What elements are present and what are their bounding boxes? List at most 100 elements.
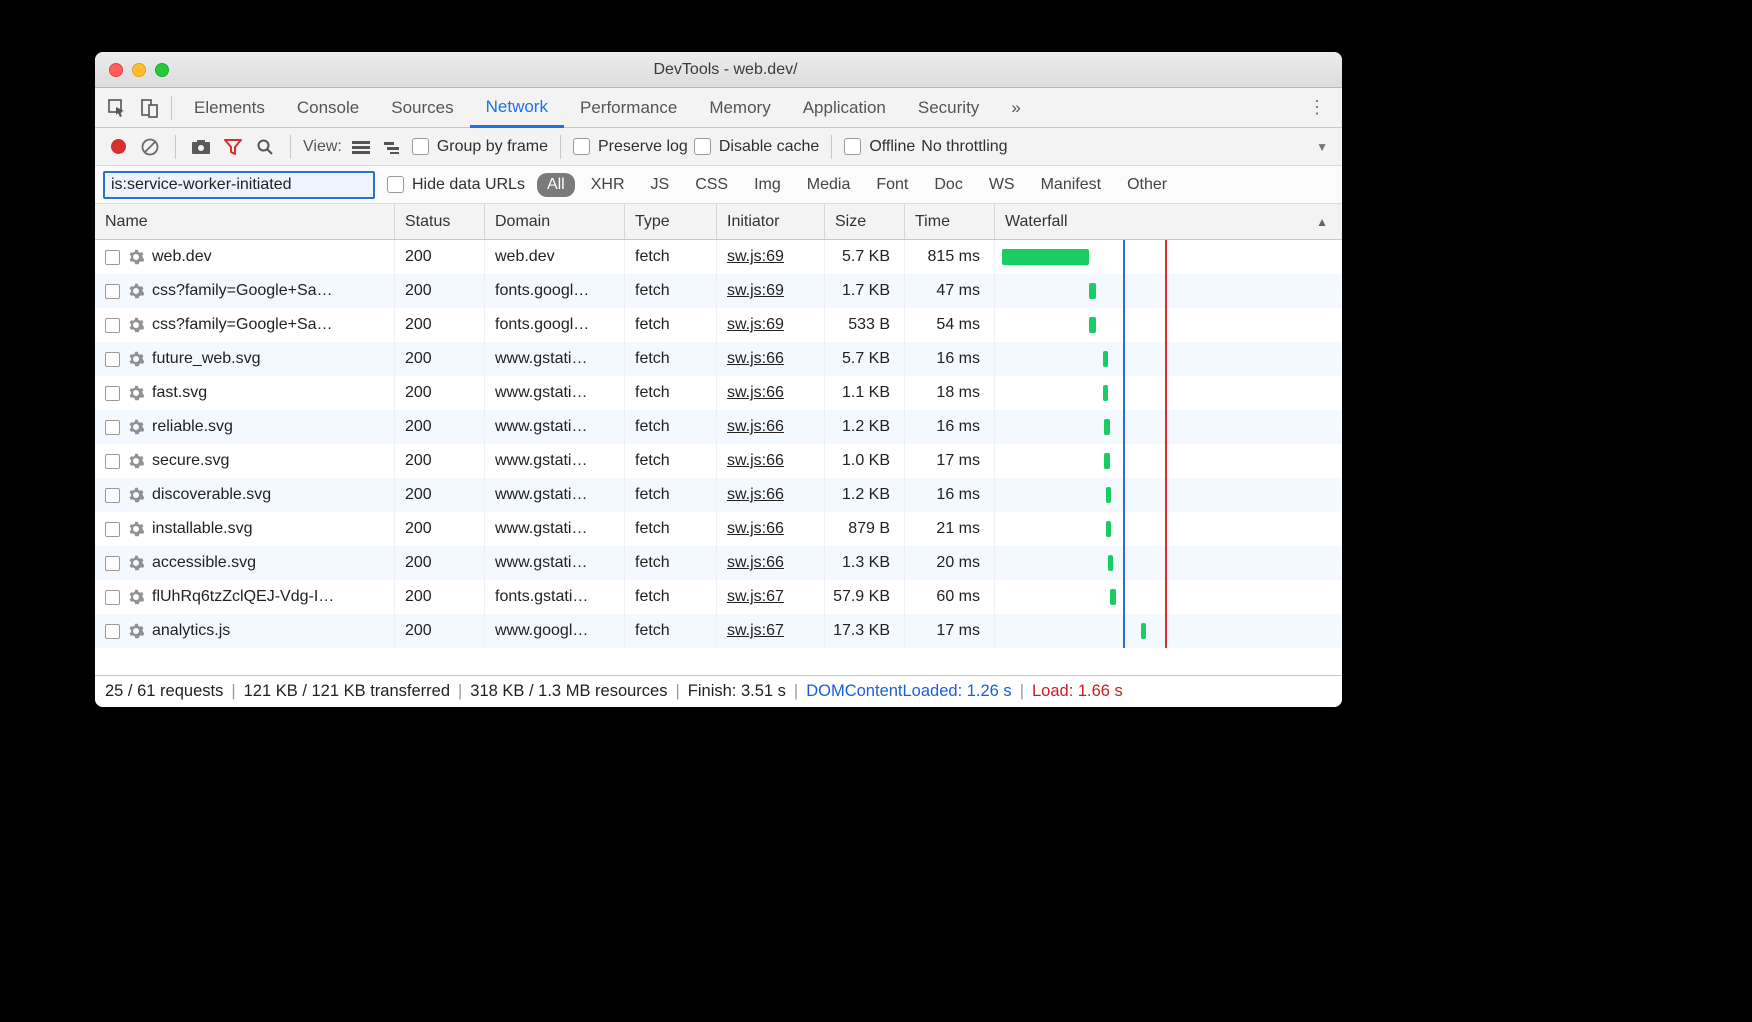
col-domain[interactable]: Domain: [485, 204, 625, 239]
cell-waterfall: [995, 342, 1342, 376]
cell-size: 1.3 KB: [825, 546, 905, 580]
table-row[interactable]: flUhRq6tzZclQEJ-Vdg-I…200fonts.gstati…fe…: [95, 580, 1342, 614]
row-checkbox[interactable]: [105, 624, 120, 639]
zoom-window-button[interactable]: [155, 63, 169, 77]
chevron-down-icon[interactable]: ▼: [1312, 140, 1332, 154]
devtools-menu-icon[interactable]: ⋮: [1298, 97, 1336, 118]
row-checkbox[interactable]: [105, 386, 120, 401]
checkbox-icon[interactable]: [844, 138, 861, 155]
table-row[interactable]: future_web.svg200www.gstati…fetchsw.js:6…: [95, 342, 1342, 376]
device-toolbar-icon[interactable]: [135, 94, 163, 122]
preserve-log-toggle[interactable]: Preserve log: [573, 138, 688, 156]
initiator-link[interactable]: sw.js:69: [727, 282, 784, 300]
initiator-link[interactable]: sw.js:66: [727, 384, 784, 402]
inspect-element-icon[interactable]: [103, 94, 131, 122]
clear-button[interactable]: [137, 134, 163, 160]
initiator-link[interactable]: sw.js:69: [727, 248, 784, 266]
window-title: DevTools - web.dev/: [169, 61, 1342, 79]
filter-input[interactable]: [103, 171, 375, 199]
filter-pill-doc[interactable]: Doc: [924, 173, 972, 197]
row-checkbox[interactable]: [105, 488, 120, 503]
col-initiator[interactable]: Initiator: [717, 204, 825, 239]
cell-time: 21 ms: [905, 512, 995, 546]
row-checkbox[interactable]: [105, 284, 120, 299]
checkbox-icon[interactable]: [412, 138, 429, 155]
filter-pill-all[interactable]: All: [537, 173, 575, 197]
cell-name: reliable.svg: [95, 410, 395, 444]
cell-status: 200: [395, 342, 485, 376]
offline-toggle[interactable]: Offline: [844, 138, 915, 156]
overview-icon[interactable]: [380, 134, 406, 160]
filter-pill-font[interactable]: Font: [866, 173, 918, 197]
table-row[interactable]: css?family=Google+Sa…200fonts.googl…fetc…: [95, 274, 1342, 308]
table-row[interactable]: reliable.svg200www.gstati…fetchsw.js:661…: [95, 410, 1342, 444]
tab-application[interactable]: Application: [787, 88, 902, 127]
initiator-link[interactable]: sw.js:67: [727, 622, 784, 640]
hide-data-urls-toggle[interactable]: Hide data URLs: [387, 176, 525, 194]
filter-pill-media[interactable]: Media: [797, 173, 861, 197]
filter-icon[interactable]: [220, 134, 246, 160]
filter-pill-css[interactable]: CSS: [685, 173, 738, 197]
tab-elements[interactable]: Elements: [178, 88, 281, 127]
table-row[interactable]: web.dev200web.devfetchsw.js:695.7 KB815 …: [95, 240, 1342, 274]
disable-cache-toggle[interactable]: Disable cache: [694, 138, 820, 156]
checkbox-icon[interactable]: [387, 176, 404, 193]
checkbox-icon[interactable]: [573, 138, 590, 155]
filter-pill-js[interactable]: JS: [641, 173, 680, 197]
initiator-link[interactable]: sw.js:66: [727, 554, 784, 572]
initiator-link[interactable]: sw.js:66: [727, 452, 784, 470]
initiator-link[interactable]: sw.js:66: [727, 350, 784, 368]
row-checkbox[interactable]: [105, 522, 120, 537]
row-checkbox[interactable]: [105, 420, 120, 435]
table-row[interactable]: css?family=Google+Sa…200fonts.googl…fetc…: [95, 308, 1342, 342]
close-window-button[interactable]: [109, 63, 123, 77]
cell-type: fetch: [625, 376, 717, 410]
col-size[interactable]: Size: [825, 204, 905, 239]
load-marker: [1165, 376, 1167, 410]
col-type[interactable]: Type: [625, 204, 717, 239]
minimize-window-button[interactable]: [132, 63, 146, 77]
initiator-link[interactable]: sw.js:66: [727, 418, 784, 436]
table-row[interactable]: installable.svg200www.gstati…fetchsw.js:…: [95, 512, 1342, 546]
more-tabs-button[interactable]: »: [995, 88, 1036, 127]
row-checkbox[interactable]: [105, 352, 120, 367]
initiator-link[interactable]: sw.js:69: [727, 316, 784, 334]
filter-pill-ws[interactable]: WS: [979, 173, 1025, 197]
initiator-link[interactable]: sw.js:66: [727, 520, 784, 538]
group-by-frame-toggle[interactable]: Group by frame: [412, 138, 548, 156]
tab-network[interactable]: Network: [470, 89, 564, 128]
row-checkbox[interactable]: [105, 556, 120, 571]
col-waterfall[interactable]: Waterfall▲: [995, 204, 1342, 239]
filter-pill-xhr[interactable]: XHR: [581, 173, 635, 197]
record-button[interactable]: [105, 134, 131, 160]
initiator-link[interactable]: sw.js:66: [727, 486, 784, 504]
tab-performance[interactable]: Performance: [564, 88, 693, 127]
filter-pill-manifest[interactable]: Manifest: [1031, 173, 1111, 197]
large-rows-icon[interactable]: [348, 134, 374, 160]
row-checkbox[interactable]: [105, 590, 120, 605]
col-name[interactable]: Name: [95, 204, 395, 239]
table-row[interactable]: analytics.js200www.googl…fetchsw.js:6717…: [95, 614, 1342, 648]
screenshot-icon[interactable]: [188, 134, 214, 160]
row-checkbox[interactable]: [105, 454, 120, 469]
cell-initiator: sw.js:66: [717, 376, 825, 410]
filter-pill-other[interactable]: Other: [1117, 173, 1177, 197]
col-time[interactable]: Time: [905, 204, 995, 239]
row-checkbox[interactable]: [105, 318, 120, 333]
table-row[interactable]: fast.svg200www.gstati…fetchsw.js:661.1 K…: [95, 376, 1342, 410]
tab-security[interactable]: Security: [902, 88, 995, 127]
tab-console[interactable]: Console: [281, 88, 375, 127]
filter-pill-img[interactable]: Img: [744, 173, 791, 197]
checkbox-icon[interactable]: [694, 138, 711, 155]
cell-size: 5.7 KB: [825, 342, 905, 376]
throttling-select[interactable]: No throttling: [921, 138, 1007, 156]
initiator-link[interactable]: sw.js:67: [727, 588, 784, 606]
table-row[interactable]: secure.svg200www.gstati…fetchsw.js:661.0…: [95, 444, 1342, 478]
tab-sources[interactable]: Sources: [375, 88, 469, 127]
col-status[interactable]: Status: [395, 204, 485, 239]
row-checkbox[interactable]: [105, 250, 120, 265]
table-row[interactable]: discoverable.svg200www.gstati…fetchsw.js…: [95, 478, 1342, 512]
search-icon[interactable]: [252, 134, 278, 160]
table-row[interactable]: accessible.svg200www.gstati…fetchsw.js:6…: [95, 546, 1342, 580]
tab-memory[interactable]: Memory: [693, 88, 786, 127]
